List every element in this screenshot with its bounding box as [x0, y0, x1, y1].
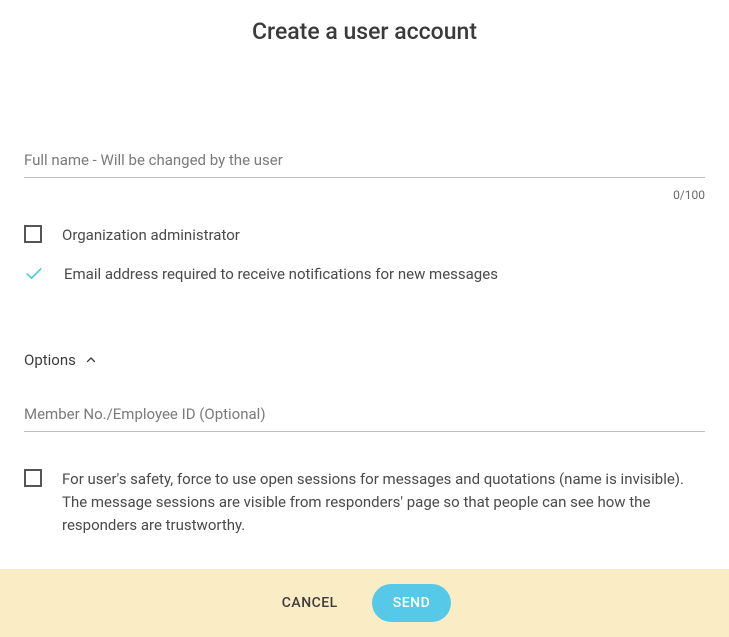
full-name-char-counter: 0/100 [24, 184, 705, 204]
full-name-field-wrapper [24, 145, 705, 178]
org-admin-row: Organization administrator [24, 216, 705, 255]
email-required-label: Email address required to receive notifi… [64, 263, 498, 286]
member-no-field-wrapper [24, 399, 705, 432]
options-section-label: Options [24, 351, 76, 369]
chevron-up-icon [82, 351, 100, 369]
full-name-input[interactable] [24, 145, 705, 178]
send-button[interactable]: SEND [372, 584, 451, 622]
page-title: Create a user account [24, 0, 705, 53]
cancel-button[interactable]: CANCEL [278, 585, 342, 621]
check-icon [24, 264, 44, 284]
action-bar: CANCEL SEND [0, 569, 729, 637]
force-open-sessions-label: For user's safety, force to use open ses… [62, 468, 705, 538]
force-open-sessions-row: For user's safety, force to use open ses… [24, 460, 705, 546]
member-no-input[interactable] [24, 399, 705, 432]
org-admin-checkbox[interactable] [24, 225, 42, 243]
email-required-row: Email address required to receive notifi… [24, 255, 705, 294]
force-open-sessions-checkbox[interactable] [24, 469, 42, 487]
org-admin-label: Organization administrator [62, 224, 240, 247]
options-section-toggle[interactable]: Options [24, 351, 705, 369]
